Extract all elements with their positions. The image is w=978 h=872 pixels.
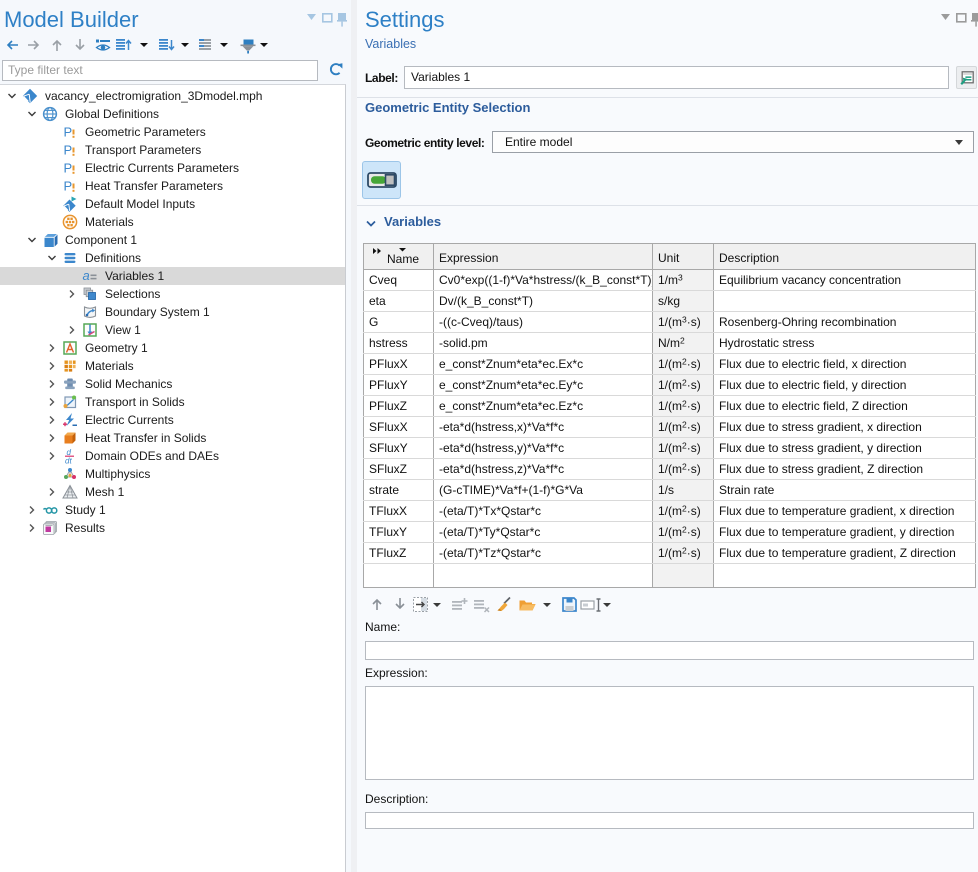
svg-text:dt: dt [65, 457, 72, 465]
svg-text:P: P [64, 161, 73, 176]
svg-text:a: a [83, 268, 90, 283]
svg-text:P: P [64, 125, 73, 140]
svg-text:P: P [64, 179, 73, 194]
svg-text:P: P [64, 143, 73, 158]
